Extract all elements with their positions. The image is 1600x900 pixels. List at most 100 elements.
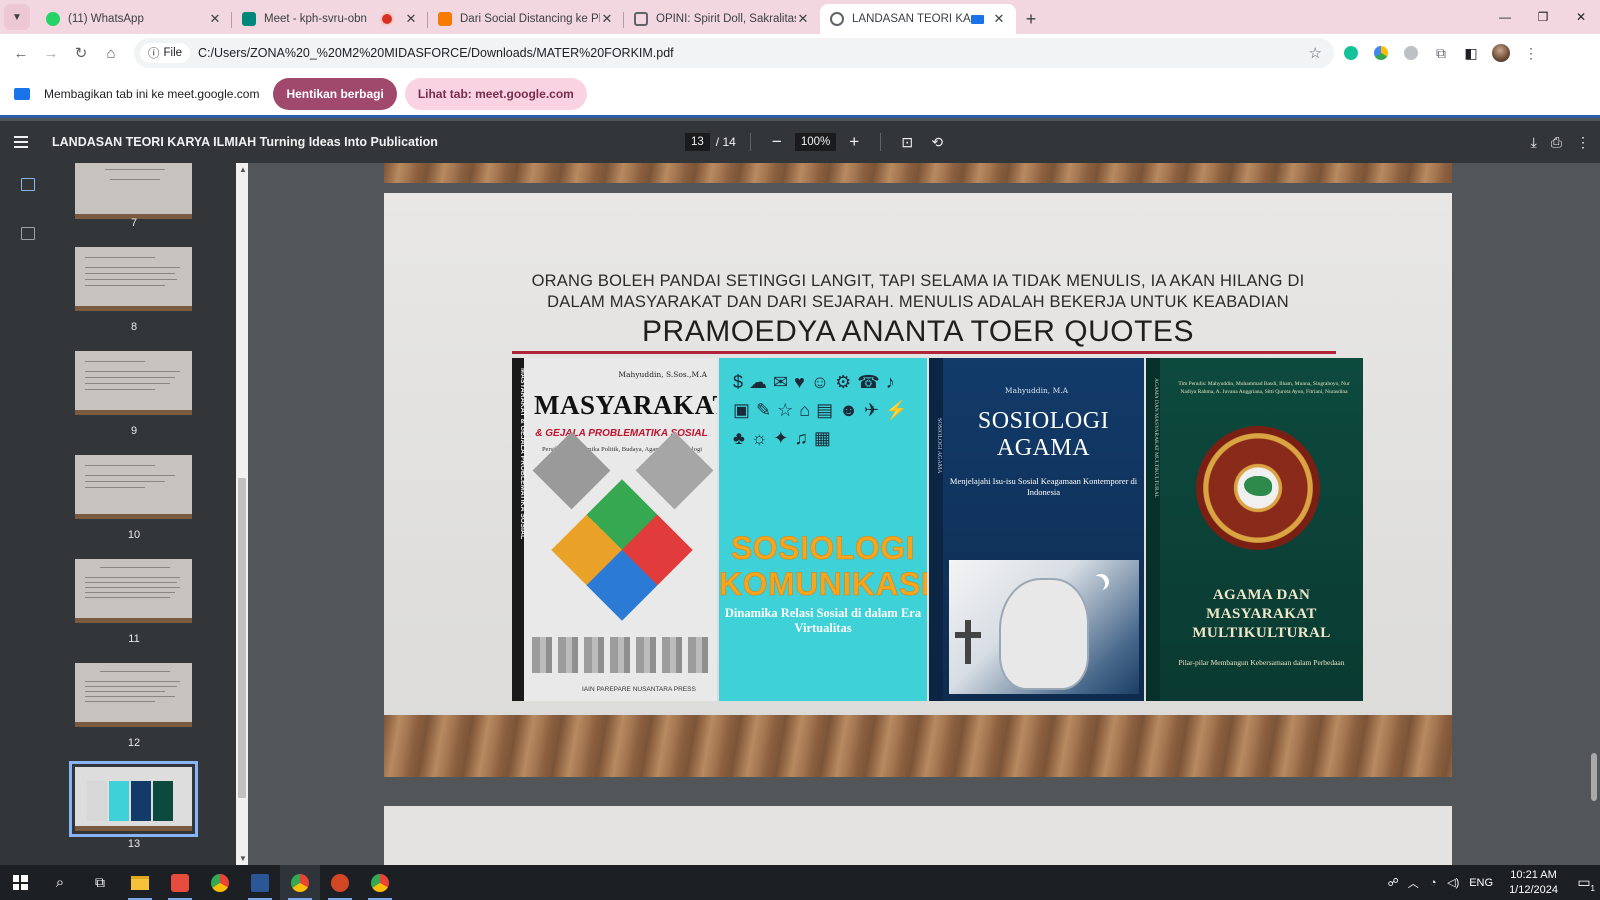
minimize-button[interactable]: — <box>1486 0 1524 34</box>
chrome-app-2[interactable] <box>360 865 400 900</box>
search-button[interactable]: ⌕ <box>40 865 80 900</box>
close-window-button[interactable]: ✕ <box>1562 0 1600 34</box>
wps-office-app[interactable] <box>160 865 200 900</box>
people-icon[interactable]: ☍ <box>1383 876 1403 889</box>
clock[interactable]: 10:21 AM 1/12/2024 <box>1509 868 1558 898</box>
tab-search-button[interactable]: ▼ <box>4 4 30 30</box>
tab-title: Dari Social Distancing ke Physic <box>460 13 600 25</box>
extensions-menu-button[interactable]: ⧉ <box>1428 40 1454 66</box>
tab-sharing-bar: Membagikan tab ini ke meet.google.com He… <box>0 72 1600 118</box>
crescent-symbol <box>1089 576 1105 592</box>
thumbnail-page[interactable] <box>75 247 192 311</box>
task-view-button[interactable]: ⧉ <box>80 865 120 900</box>
windows-icon <box>12 875 28 890</box>
outline-view-icon[interactable] <box>21 227 35 240</box>
close-tab-icon[interactable]: ✕ <box>600 11 614 27</box>
sidebar-scrollbar[interactable]: ▲ ▼ <box>236 163 248 865</box>
scrollbar-thumb[interactable] <box>1591 753 1597 801</box>
tab-landasan[interactable]: LANDASAN TEORI KARYA I ✕ <box>820 4 1016 34</box>
view-tab-button[interactable]: Lihat tab: meet.google.com <box>404 77 587 110</box>
clock-time: 10:21 AM <box>1510 868 1557 881</box>
browser-toolbar: ← → ↻ ⌂ ⓘ File C:/Users/ZONA%20_%20M2%20… <box>0 34 1600 72</box>
side-panel-button[interactable]: ◧ <box>1458 40 1484 66</box>
translate-extension[interactable] <box>1398 40 1424 66</box>
fit-page-icon[interactable]: ⊡ <box>895 134 919 151</box>
chrome-menu-button[interactable]: ⋮ <box>1518 40 1544 66</box>
tab-opini[interactable]: OPINI: Spirit Doll, Sakralitas Kel ✕ <box>624 4 820 34</box>
book-cover-sosiologi-komunikasi: $☁✉♥☺⚙☎♪▣✎☆⌂▤☻✈⚡♣☼✦♫▦ SOSIOLOGI KOMUNIKA… <box>719 358 927 701</box>
quote-line-1: ORANG BOLEH PANDAI SETINGGI LANGIT, TAPI… <box>531 272 1305 290</box>
print-icon[interactable]: ⎙ <box>1551 134 1562 151</box>
thumbnails-view-icon[interactable] <box>21 178 35 191</box>
powerpoint-app[interactable] <box>320 865 360 900</box>
start-button[interactable] <box>0 865 40 900</box>
zoom-out-button[interactable]: − <box>765 132 789 152</box>
rotate-icon[interactable]: ⟲ <box>925 134 949 151</box>
quote-text: ORANG BOLEH PANDAI SETINGGI LANGIT, TAPI… <box>384 271 1452 313</box>
bookmark-star-icon[interactable]: ☆ <box>1309 44 1322 62</box>
thumbnail-label: 9 <box>130 425 138 437</box>
restore-button[interactable]: ❐ <box>1524 0 1562 34</box>
grammarly-extension[interactable] <box>1338 40 1364 66</box>
file-explorer-app[interactable] <box>120 865 160 900</box>
thumbnail-page[interactable] <box>75 455 192 519</box>
book-cover-masyarakat: MASYARAKAT & GEJALA PROBLEMATIKA SOSIAL … <box>512 358 717 701</box>
menu-icon[interactable] <box>14 136 40 148</box>
zoom-input[interactable]: 100% <box>794 133 837 151</box>
language-indicator[interactable]: ENG <box>1469 877 1493 889</box>
volume-icon[interactable]: ◁) <box>1443 876 1463 889</box>
zoom-in-button[interactable]: + <box>842 132 866 152</box>
profile-button[interactable] <box>1488 40 1514 66</box>
book-title: AGAMA DAN MASYARAKAT MULTIKULTURAL <box>1192 587 1331 641</box>
thumbnail-page[interactable] <box>75 559 192 623</box>
new-tab-button[interactable]: + <box>1016 4 1046 34</box>
show-hidden-icons-icon[interactable]: ︿ <box>1403 875 1423 891</box>
book-spine <box>929 358 943 701</box>
thumbnail-page[interactable] <box>75 163 192 219</box>
thumbnail-page[interactable] <box>75 663 192 727</box>
thumbnail-sidebar: 7 8 9 10 11 12 13 ▲ ▼ <box>0 163 248 865</box>
thumbnail-page-selected[interactable] <box>69 761 198 837</box>
site-info-label: File <box>163 47 183 59</box>
word-app[interactable] <box>240 865 280 900</box>
page-bottom-wood-floor <box>384 715 1452 777</box>
close-tab-icon[interactable]: ✕ <box>208 11 222 27</box>
clock-date: 1/12/2024 <box>1509 883 1558 896</box>
globe-icon <box>830 12 844 26</box>
forward-button[interactable]: → <box>36 38 66 68</box>
stop-sharing-button[interactable]: Hentikan berbagi <box>273 77 397 110</box>
scroll-down-icon[interactable]: ▼ <box>239 854 247 863</box>
chrome-app-active[interactable] <box>280 865 320 900</box>
tab-strip: ▼ (11) WhatsApp ✕ Meet - kph-svru-obn ✕ … <box>0 0 1600 34</box>
tab-whatsapp[interactable]: (11) WhatsApp ✕ <box>36 4 232 34</box>
notification-button[interactable]: ▭ 1 <box>1568 874 1600 893</box>
page-controls: 13 / 14 − 100% + ⊡ ⟲ <box>685 121 949 163</box>
blogger-icon <box>438 12 452 26</box>
close-tab-icon[interactable]: ✕ <box>404 11 418 27</box>
extension-button[interactable] <box>1368 40 1394 66</box>
thumbnail-page[interactable] <box>75 351 192 415</box>
reload-button[interactable]: ↻ <box>66 38 96 68</box>
address-bar[interactable]: ⓘ File C:/Users/ZONA%20_%20M2%20MIDASFOR… <box>134 38 1334 68</box>
site-info-chip[interactable]: ⓘ File <box>140 43 191 63</box>
download-icon[interactable]: ⤓ <box>1531 134 1537 151</box>
pdf-toolbar: LANDASAN TEORI KARYA ILMIAH Turning Idea… <box>0 121 1600 163</box>
wifi-icon[interactable]: ◔ <box>1423 877 1443 889</box>
scrollbar-thumb[interactable] <box>238 478 246 798</box>
viewer-scrollbar[interactable] <box>1588 163 1600 865</box>
page-top-wood-strip <box>384 163 1452 183</box>
google-meet-icon <box>242 12 256 26</box>
page-number-input[interactable]: 13 <box>685 133 710 151</box>
close-tab-icon[interactable]: ✕ <box>992 11 1006 27</box>
back-button[interactable]: ← <box>6 38 36 68</box>
more-vertical-icon[interactable]: ⋮ <box>1576 134 1590 151</box>
scroll-up-icon[interactable]: ▲ <box>239 165 247 174</box>
document-title: LANDASAN TEORI KARYA ILMIAH Turning Idea… <box>52 135 438 149</box>
tab-meet[interactable]: Meet - kph-svru-obn ✕ <box>232 4 428 34</box>
book-author: Mahyuddin, M.A <box>1004 386 1069 395</box>
chrome-app[interactable] <box>200 865 240 900</box>
close-tab-icon[interactable]: ✕ <box>796 11 810 27</box>
url-text[interactable]: C:/Users/ZONA%20_%20M2%20MIDASFORCE/Down… <box>198 46 1309 60</box>
home-button[interactable]: ⌂ <box>96 38 126 68</box>
tab-blogger[interactable]: Dari Social Distancing ke Physic ✕ <box>428 4 624 34</box>
